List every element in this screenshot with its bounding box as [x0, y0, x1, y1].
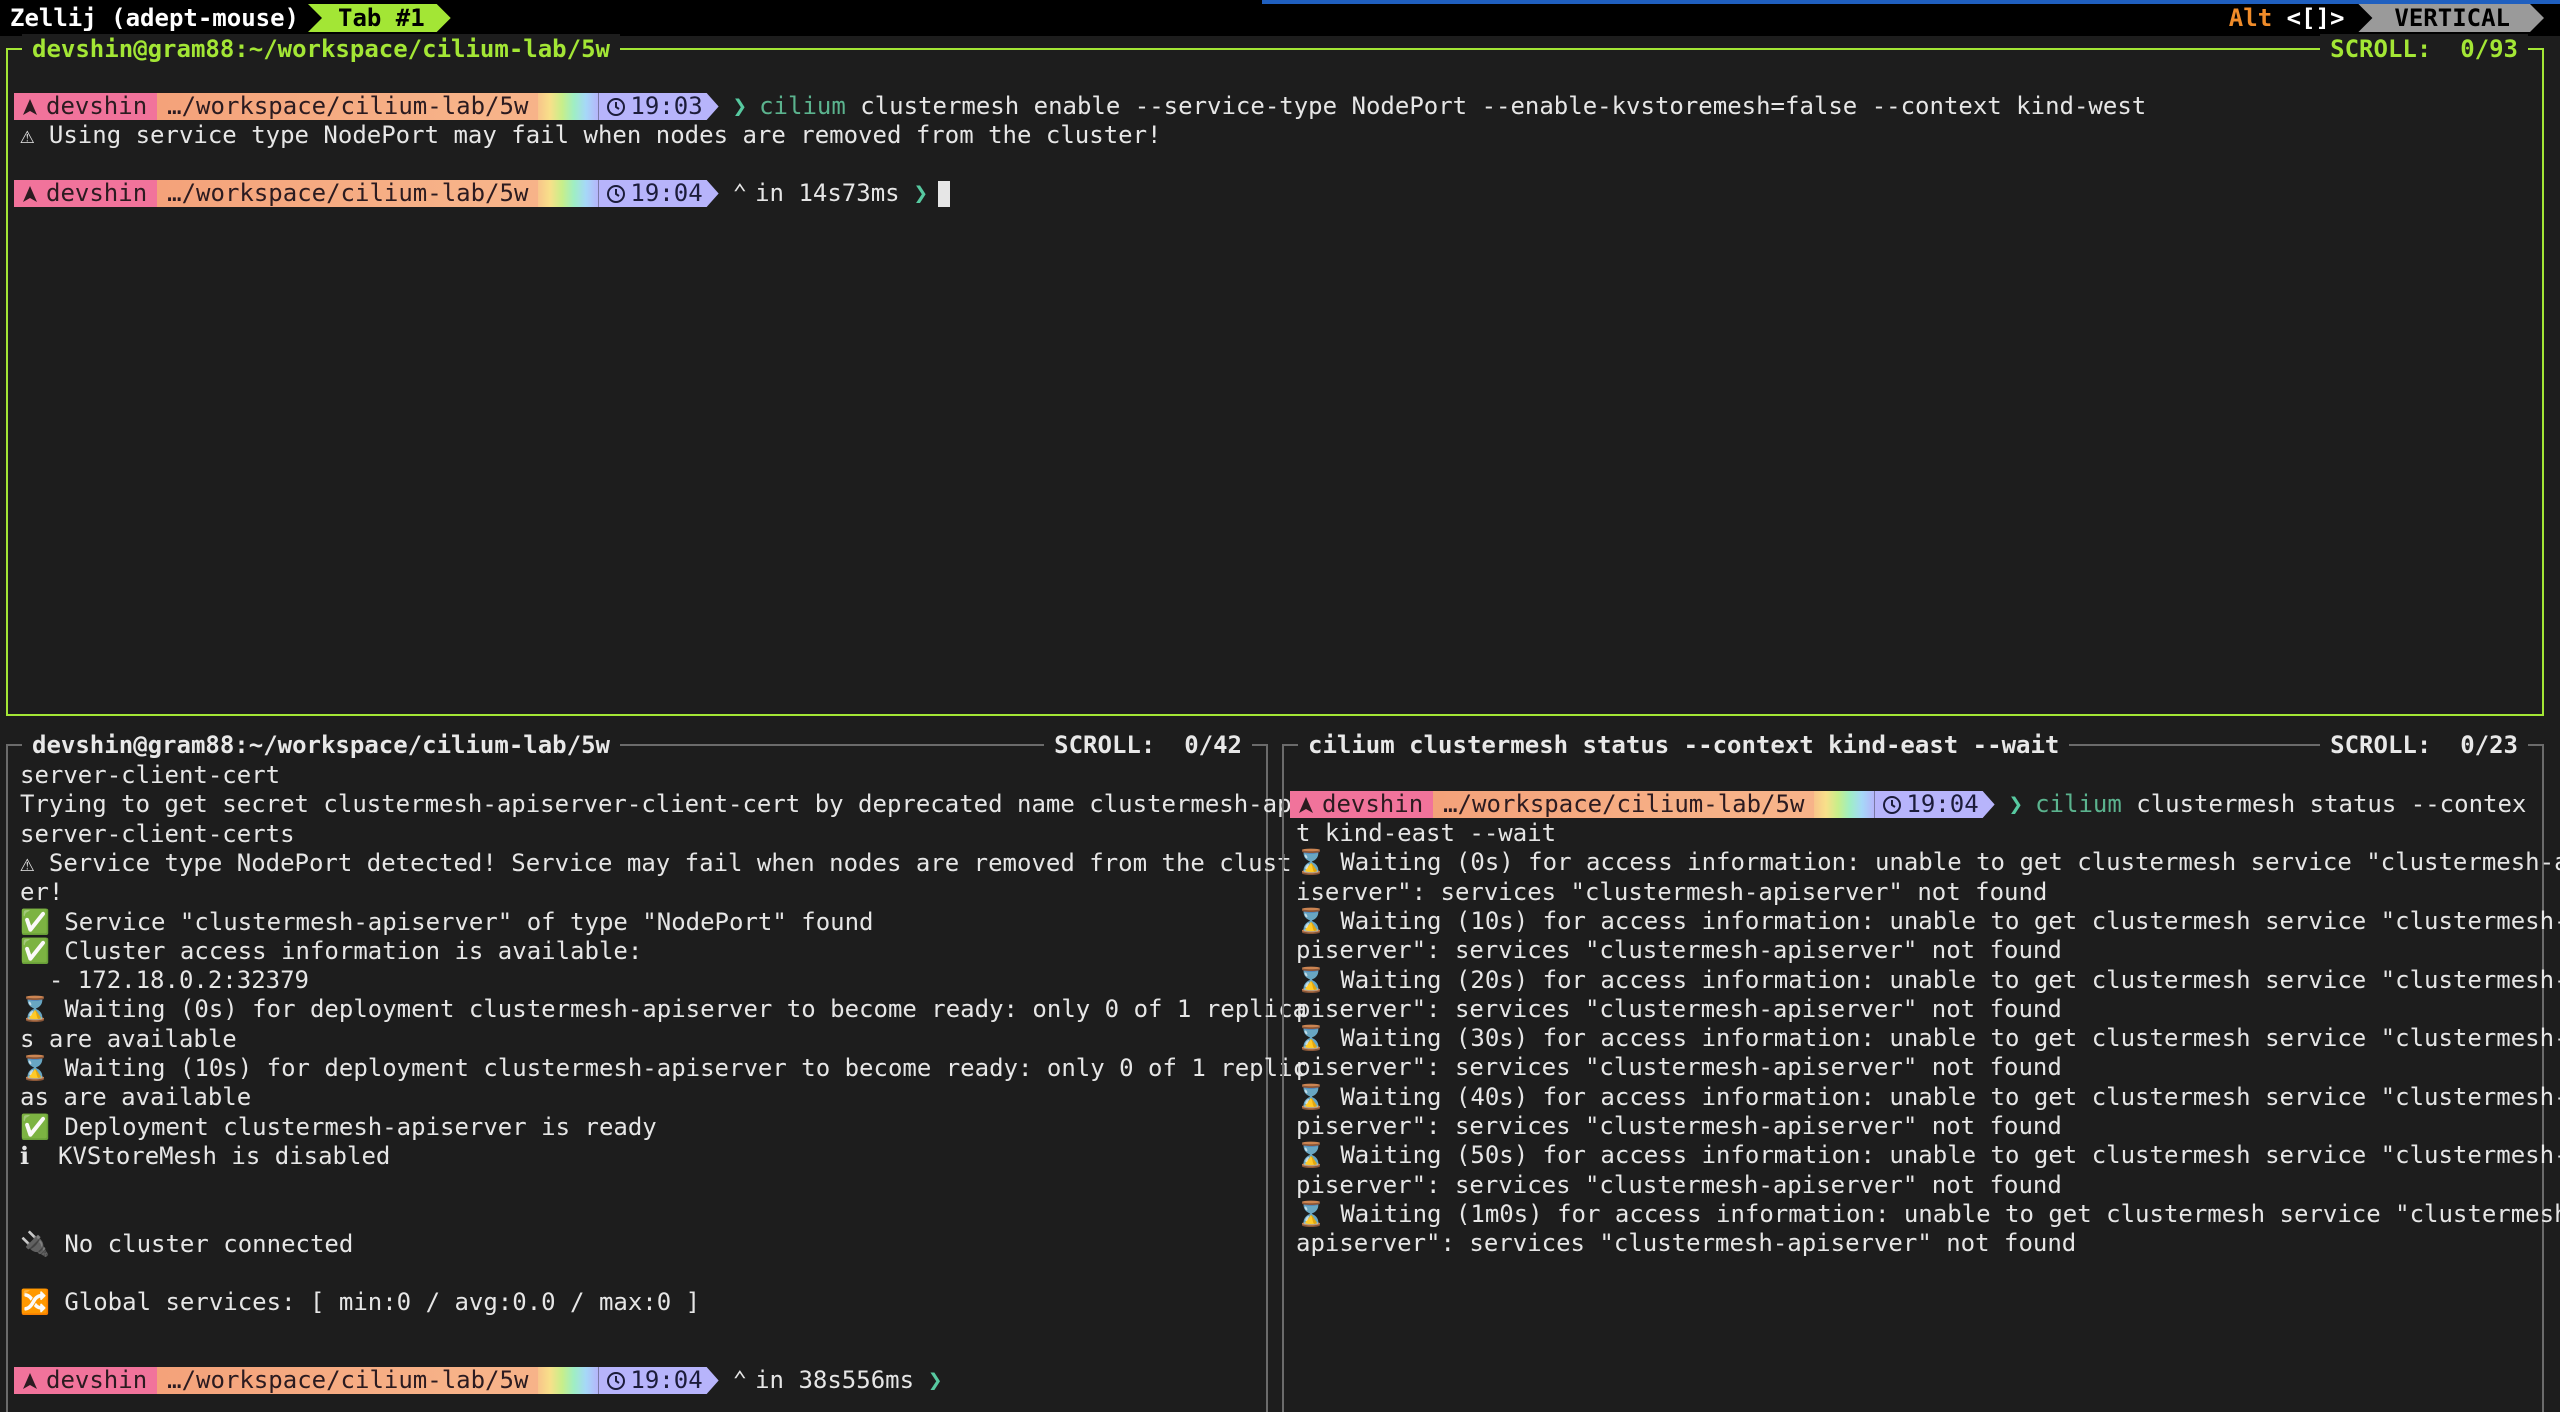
output-line: ⌛ Waiting (30s) for access information: … [1296, 1024, 2560, 1053]
prompt-path: …/workspace/cilium-lab/5w [157, 93, 539, 120]
prompt-chevron-icon: ❯ [928, 1366, 943, 1394]
prompt-gradient [538, 1367, 599, 1394]
prompt-user: devshin [46, 179, 148, 207]
terminal-pane-bottom-right[interactable]: cilium clustermesh status --contex t kind… [1282, 730, 2560, 1412]
output-line: ⌛ Waiting (20s) for access information: … [1296, 965, 2560, 994]
prompt-time-segment: 19:04 [598, 1367, 718, 1394]
output-line: ⌛ Waiting (40s) for access information: … [1296, 1082, 2560, 1111]
duration-icon: ⌃ [732, 179, 748, 207]
output-line: piserver": services "clustermesh-apiserv… [1296, 1053, 2062, 1082]
clock-icon [606, 184, 626, 204]
prompt-user: devshin [1322, 790, 1424, 818]
output-line: apiserver": services "clustermesh-apiser… [1296, 1229, 2077, 1258]
terminal-pane-bottom-left[interactable]: devshin@gram88:~/workspace/cilium-lab/5w… [6, 730, 1307, 1412]
output-line: 🔌 No cluster connected [20, 1229, 354, 1258]
prompt-path: …/workspace/cilium-lab/5w [157, 180, 539, 207]
shell-prompt-current: devshin …/workspace/cilium-lab/5w 19:04 … [14, 179, 951, 208]
pane-scroll-indicator: SCROLL: 0/23 [2320, 730, 2528, 760]
command-name: cilium [759, 92, 846, 120]
prompt-gradient [1814, 791, 1875, 818]
prompt-time-segment: 19:04 [1874, 791, 1994, 818]
prompt-user-segment: devshin [14, 179, 158, 207]
output-line: piserver": services "clustermesh-apiserv… [1296, 1170, 2062, 1199]
session-title: Zellij (adept-mouse) [10, 4, 299, 32]
pane-scroll-indicator: SCROLL: 0/93 [2320, 34, 2528, 64]
command-duration: in 38s556ms [755, 1366, 915, 1394]
shell-prompt: devshin …/workspace/cilium-lab/5w 19:04 … [1290, 790, 2526, 819]
prompt-user-segment: devshin [14, 1366, 158, 1394]
prompt-time: 19:04 [630, 1366, 703, 1394]
output-line: - 172.18.0.2:32379 [20, 966, 309, 995]
output-line: ⌛ Waiting (0s) for access information: u… [1296, 848, 2560, 877]
pane-title: cilium clustermesh status --context kind… [1298, 730, 2070, 760]
mode-indicator: Alt <[]> VERTICAL [2229, 4, 2544, 32]
alt-key-bracket: <[]> [2272, 4, 2345, 32]
duration-icon: ⌃ [732, 1366, 748, 1394]
output-line: ℹ KVStoreMesh is disabled [20, 1141, 391, 1170]
command-args: clustermesh status --contex [2121, 790, 2527, 818]
output-line: ⚠ Service type NodePort detected! Servic… [20, 848, 1292, 877]
text-cursor [938, 180, 951, 207]
shell-prompt: devshin …/workspace/cilium-lab/5w 19:04 … [14, 1366, 943, 1395]
output-line: ⌛ Waiting (50s) for access information: … [1296, 1141, 2560, 1170]
clock-icon [606, 97, 626, 117]
arch-logo-icon [23, 185, 37, 202]
command-args: clustermesh enable --service-type NodePo… [845, 92, 2147, 120]
output-line: as are available [20, 1083, 252, 1112]
output-line: piserver": services "clustermesh-apiserv… [1296, 936, 2062, 965]
pane-title: devshin@gram88:~/workspace/cilium-lab/5w [22, 730, 620, 760]
warning-line: ⚠ Using service type NodePort may fail w… [20, 121, 1162, 149]
prompt-path: …/workspace/cilium-lab/5w [157, 1367, 539, 1394]
prompt-path: …/workspace/cilium-lab/5w [1433, 791, 1815, 818]
layout-mode-badge[interactable]: VERTICAL [2358, 4, 2544, 32]
prompt-gradient [538, 180, 599, 207]
zellij-status-bar: Zellij (adept-mouse) Tab #1 Alt <[]> VER… [0, 0, 2560, 36]
clock-icon [606, 1371, 626, 1391]
output-line: server-client-certs [20, 819, 295, 848]
arch-logo-icon [1299, 796, 1313, 813]
prompt-user: devshin [46, 92, 148, 120]
arch-logo-icon [23, 1372, 37, 1389]
prompt-time-segment: 19:04 [598, 180, 718, 207]
output-line: piserver": services "clustermesh-apiserv… [1296, 994, 2062, 1023]
command-name: cilium [2035, 790, 2122, 818]
prompt-gradient [538, 93, 599, 120]
output-line: s are available [20, 1024, 237, 1053]
prompt-time: 19:04 [630, 179, 703, 207]
output-line: iserver": services "clustermesh-apiserve… [1296, 877, 2048, 906]
prompt-chevron-icon: ❯ [732, 92, 748, 120]
output-line: piserver": services "clustermesh-apiserv… [1296, 1112, 2062, 1140]
output-line: er! [20, 878, 64, 907]
output-line: ✅ Cluster access information is availabl… [20, 936, 643, 965]
terminal-pane-top[interactable]: devshin@gram88:~/workspace/cilium-lab/5w… [6, 34, 2544, 716]
output-line: ⌛ Waiting (1m0s) for access information:… [1296, 1199, 2560, 1228]
output-line: server-client-cert [20, 761, 281, 789]
tab-1[interactable]: Tab #1 [308, 4, 451, 32]
pane-title: devshin@gram88:~/workspace/cilium-lab/5w [22, 34, 620, 64]
output-line: ✅ Service "clustermesh-apiserver" of typ… [20, 907, 874, 936]
prompt-user: devshin [46, 1366, 148, 1394]
output-line: ⌛ Waiting (0s) for deployment clustermes… [20, 995, 1307, 1024]
output-line: Trying to get secret clustermesh-apiserv… [20, 790, 1306, 819]
prompt-user-segment: devshin [1290, 790, 1434, 818]
output-line: ✅ Deployment clustermesh-apiserver is re… [20, 1112, 657, 1141]
prompt-time: 19:03 [630, 92, 703, 120]
prompt-time: 19:04 [1906, 790, 1979, 818]
output-line: ⌛ Waiting (10s) for access information: … [1296, 906, 2560, 935]
arch-logo-icon [23, 98, 37, 115]
clock-icon [1882, 795, 1902, 815]
prompt-time-segment: 19:03 [598, 93, 718, 120]
output-line: ⌛ Waiting (10s) for deployment clusterme… [20, 1054, 1307, 1082]
prompt-user-segment: devshin [14, 92, 158, 120]
shell-prompt: devshin …/workspace/cilium-lab/5w 19:03 … [14, 92, 2146, 121]
alt-key-label: Alt [2228, 4, 2273, 32]
prompt-chevron-icon: ❯ [2008, 790, 2024, 818]
command-duration: in 14s73ms [755, 179, 900, 207]
prompt-chevron-icon: ❯ [913, 179, 929, 207]
output-line: t kind-east --wait [1296, 819, 1557, 847]
pane-scroll-indicator: SCROLL: 0/42 [1044, 730, 1252, 760]
output-line: 🔀 Global services: [ min:0 / avg:0.0 / m… [20, 1288, 701, 1317]
